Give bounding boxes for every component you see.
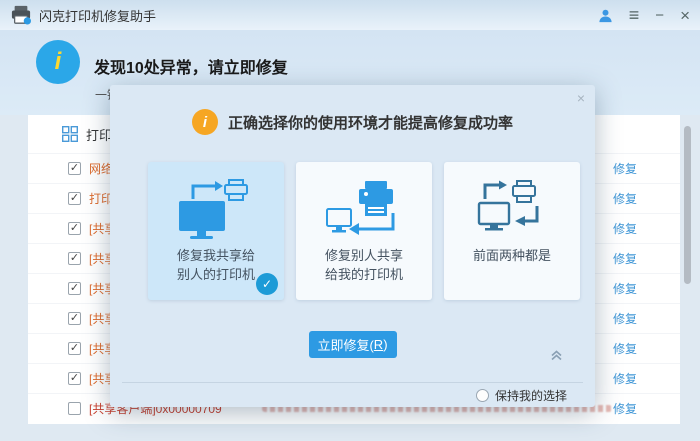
fix-link[interactable]: 修复 xyxy=(613,310,637,327)
titlebar: 闪克打印机修复助手 ≡ − × xyxy=(0,0,700,30)
dialog-close-icon[interactable]: × xyxy=(577,90,585,106)
fix-link[interactable]: 修复 xyxy=(613,160,637,177)
card-fix-printer-shared-to-me[interactable]: 修复别人共享 给我的打印机 ✓ xyxy=(296,162,432,300)
scrollbar xyxy=(684,120,691,424)
alert-title: 发现10处异常，请立即修复 xyxy=(94,54,288,78)
fix-link[interactable]: 修复 xyxy=(613,190,637,207)
checkbox[interactable]: ✓ xyxy=(68,222,81,235)
alert-subtitle-fragment: 一键 xyxy=(95,86,110,102)
keep-choice-label: 保持我的选择 xyxy=(495,387,567,404)
close-button[interactable]: × xyxy=(680,7,690,24)
card-fix-my-shared-printer[interactable]: 修复我共享给 别人的打印机 ✓ xyxy=(148,162,284,300)
printer-logo-icon xyxy=(10,5,32,25)
dialog-info-icon: i xyxy=(192,109,218,135)
fix-link[interactable]: 修复 xyxy=(613,280,637,297)
menu-icon[interactable]: ≡ xyxy=(629,6,640,24)
checkbox[interactable]: ✓ xyxy=(68,372,81,385)
checkbox[interactable]: ✓ xyxy=(68,162,81,175)
card-label: 前面两种都是 xyxy=(473,246,551,265)
monitor-to-printer-icon xyxy=(177,174,255,246)
keep-choice-radio[interactable] xyxy=(476,389,489,402)
checkbox[interactable]: ✓ xyxy=(68,312,81,325)
card-label: 修复我共享给 别人的打印机 xyxy=(177,246,255,284)
fix-link[interactable]: 修复 xyxy=(613,400,637,417)
dialog-title: 正确选择你的使用环境才能提高修复成功率 xyxy=(228,112,513,133)
fix-link[interactable]: 修复 xyxy=(613,220,637,237)
checkbox[interactable] xyxy=(68,402,81,415)
checkbox[interactable]: ✓ xyxy=(68,282,81,295)
printer-to-monitor-icon xyxy=(325,174,403,246)
fix-link[interactable]: 修复 xyxy=(613,370,637,387)
fix-now-button[interactable]: 立即修复(R) xyxy=(309,331,397,358)
environment-choice-dialog: × i 正确选择你的使用环境才能提高修复成功率 修复我共享给 xyxy=(110,85,595,407)
minimize-button[interactable]: − xyxy=(655,8,664,23)
user-account-icon[interactable] xyxy=(598,8,613,23)
environment-cards: 修复我共享给 别人的打印机 ✓ xyxy=(148,162,580,300)
collapse-chevron-icon[interactable] xyxy=(550,348,563,366)
card-both-environments[interactable]: 前面两种都是 ✓ xyxy=(444,162,580,300)
fix-link[interactable]: 修复 xyxy=(613,250,637,267)
info-icon: i xyxy=(36,40,80,84)
fix-link[interactable]: 修复 xyxy=(613,340,637,357)
card-label: 修复别人共享 给我的打印机 xyxy=(325,246,403,284)
checkbox[interactable]: ✓ xyxy=(68,342,81,355)
scrollbar-thumb[interactable] xyxy=(684,126,691,284)
grid-icon xyxy=(62,126,78,142)
checkbox[interactable]: ✓ xyxy=(68,252,81,265)
monitor-printer-cycle-icon xyxy=(473,174,551,246)
checkbox[interactable]: ✓ xyxy=(68,192,81,205)
selected-check-icon: ✓ xyxy=(256,273,278,295)
app-title: 闪克打印机修复助手 xyxy=(39,6,156,25)
